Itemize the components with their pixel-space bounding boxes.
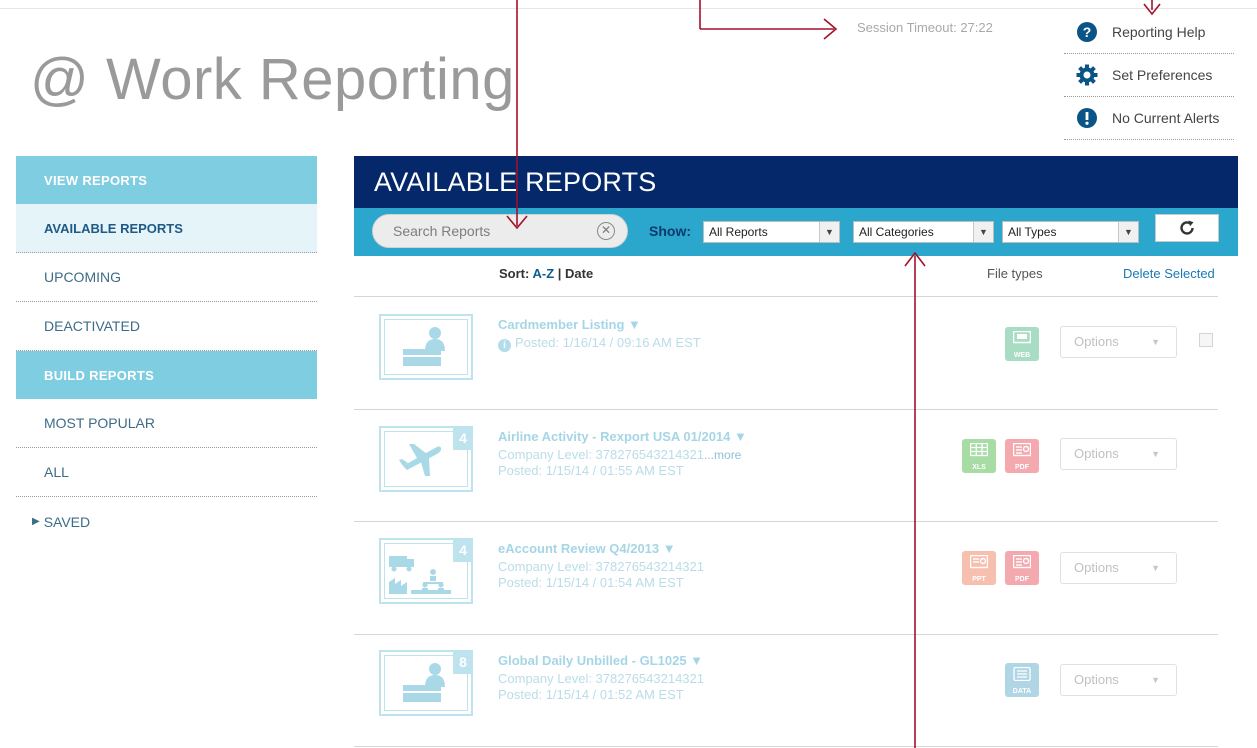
alerts-label: No Current Alerts <box>1112 110 1220 126</box>
report-company-level: Company Level: 378276543214321 <box>498 671 705 686</box>
question-icon: ? <box>1076 21 1098 43</box>
alerts-link[interactable]: No Current Alerts <box>1064 97 1234 140</box>
options-dropdown[interactable]: Options ▼ <box>1060 552 1177 584</box>
info-icon[interactable]: i <box>498 339 511 352</box>
pdf-file-icon[interactable]: PDF <box>1005 439 1039 473</box>
sidebar-item-saved[interactable]: ▶ SAVED <box>16 497 317 546</box>
app-title: @ Work Reporting <box>30 47 515 112</box>
sort-separator: | <box>557 266 562 281</box>
person-desk-icon <box>403 327 445 366</box>
reports-filter-value: All Reports <box>709 225 768 239</box>
saved-label: SAVED <box>43 513 91 530</box>
report-thumbnail[interactable] <box>379 314 473 380</box>
ppt-file-icon[interactable]: PPT <box>962 551 996 585</box>
categories-filter-value: All Categories <box>859 225 934 239</box>
report-posted: Posted: 1/15/14 / 01:54 AM EST <box>498 575 684 590</box>
dropdown-arrow-icon: ▼ <box>1151 563 1160 573</box>
xls-file-icon[interactable]: XLS <box>962 439 996 473</box>
count-badge: 4 <box>453 426 473 450</box>
report-thumbnail[interactable]: 4 <box>379 538 473 604</box>
set-preferences-label: Set Preferences <box>1112 67 1213 83</box>
report-row: 4 Airline Activity - Rexport USA 01/2014… <box>354 410 1218 522</box>
dropdown-arrow-icon: ▼ <box>1151 675 1160 685</box>
more-link[interactable]: ...more <box>704 448 741 462</box>
report-title[interactable]: Cardmember Listing ▼ <box>498 317 641 332</box>
options-dropdown[interactable]: Options ▼ <box>1060 438 1177 470</box>
expand-triangle-icon: ▶ <box>32 516 40 527</box>
count-badge: 8 <box>453 650 473 674</box>
options-dropdown[interactable]: Options ▼ <box>1060 326 1177 358</box>
clear-search-icon[interactable]: ✕ <box>597 222 615 240</box>
file-types-header: File types <box>987 266 1043 281</box>
view-reports-header: VIEW REPORTS <box>16 156 317 204</box>
build-reports-header: BUILD REPORTS <box>16 351 317 399</box>
report-title[interactable]: eAccount Review Q4/2013 ▼ <box>498 541 676 556</box>
reporting-help-label: Reporting Help <box>1112 24 1206 40</box>
page-title: AVAILABLE REPORTS <box>354 156 1238 208</box>
filter-toolbar: ✕ Show: All Reports ▼ All Categories ▼ A… <box>354 208 1238 256</box>
report-posted: i Posted: 1/16/14 / 09:16 AM EST <box>498 335 701 352</box>
logistics-org-icon <box>389 556 451 594</box>
divider <box>354 296 1218 297</box>
refresh-button[interactable] <box>1155 214 1219 242</box>
data-file-icon[interactable]: DATA <box>1005 663 1039 697</box>
sidebar-item-deactivated[interactable]: DEACTIVATED <box>16 302 317 351</box>
reports-filter-select[interactable]: All Reports ▼ <box>703 221 840 243</box>
report-thumbnail[interactable]: 4 <box>379 426 473 492</box>
report-company-level: Company Level: 378276543214321...more <box>498 447 742 462</box>
dropdown-arrow-icon: ▼ <box>973 222 993 242</box>
show-label: Show: <box>649 223 691 239</box>
sort-date-link[interactable]: Date <box>565 266 593 281</box>
pdf-file-icon[interactable]: PDF <box>1005 551 1039 585</box>
svg-text:?: ? <box>1083 24 1092 40</box>
sort-label: Sort: <box>499 266 530 281</box>
delete-selected-link[interactable]: Delete Selected <box>1123 266 1215 281</box>
session-timeout: Session Timeout: 27:22 <box>857 20 993 35</box>
sidebar-item-all[interactable]: ALL <box>16 448 317 497</box>
reporting-help-link[interactable]: ? Reporting Help <box>1064 11 1234 54</box>
report-posted: Posted: 1/15/14 / 01:52 AM EST <box>498 687 684 702</box>
report-posted: Posted: 1/15/14 / 01:55 AM EST <box>498 463 684 478</box>
report-row: Cardmember Listing ▼ i Posted: 1/16/14 / … <box>354 298 1218 410</box>
types-filter-value: All Types <box>1008 225 1057 239</box>
top-divider <box>0 8 1257 9</box>
types-filter-select[interactable]: All Types ▼ <box>1002 221 1139 243</box>
help-menu: ? Reporting Help Set Preferences No Curr… <box>1064 11 1234 140</box>
search-input[interactable] <box>393 223 583 239</box>
sidebar-item-upcoming[interactable]: UPCOMING <box>16 253 317 302</box>
airplane-icon <box>399 444 442 476</box>
report-company-level: Company Level: 378276543214321 <box>498 559 705 574</box>
options-dropdown[interactable]: Options ▼ <box>1060 664 1177 696</box>
select-checkbox[interactable] <box>1199 333 1213 347</box>
sidebar: VIEW REPORTS AVAILABLE REPORTS UPCOMING … <box>16 156 317 546</box>
sort-az-link[interactable]: A-Z <box>532 266 554 281</box>
report-row: 4 eAccount Review Q4/2013 ▼ Company Leve… <box>354 522 1218 634</box>
person-desk-icon <box>403 663 445 702</box>
categories-filter-select[interactable]: All Categories ▼ <box>853 221 994 243</box>
dropdown-arrow-icon: ▼ <box>819 222 839 242</box>
dropdown-arrow-icon: ▼ <box>1151 449 1160 459</box>
search-box: ✕ <box>372 214 628 248</box>
count-badge: 4 <box>453 538 473 562</box>
report-title[interactable]: Airline Activity - Rexport USA 01/2014 ▼ <box>498 429 747 444</box>
gear-icon <box>1076 64 1098 86</box>
report-row: 8 Global Daily Unbilled - GL1025 ▼ Compa… <box>354 634 1218 746</box>
report-thumbnail[interactable]: 8 <box>379 650 473 716</box>
sort-controls: Sort: A-Z | Date <box>499 266 593 281</box>
sidebar-item-available-reports[interactable]: AVAILABLE REPORTS <box>16 204 317 253</box>
web-file-icon[interactable]: WEB <box>1005 327 1039 361</box>
divider <box>354 746 1218 747</box>
set-preferences-link[interactable]: Set Preferences <box>1064 54 1234 97</box>
dropdown-arrow-icon: ▼ <box>1118 222 1138 242</box>
report-title[interactable]: Global Daily Unbilled - GL1025 ▼ <box>498 653 703 668</box>
refresh-icon <box>1180 220 1194 235</box>
dropdown-arrow-icon: ▼ <box>1151 337 1160 347</box>
alert-icon <box>1076 107 1098 129</box>
sidebar-item-most-popular[interactable]: MOST POPULAR <box>16 399 317 448</box>
